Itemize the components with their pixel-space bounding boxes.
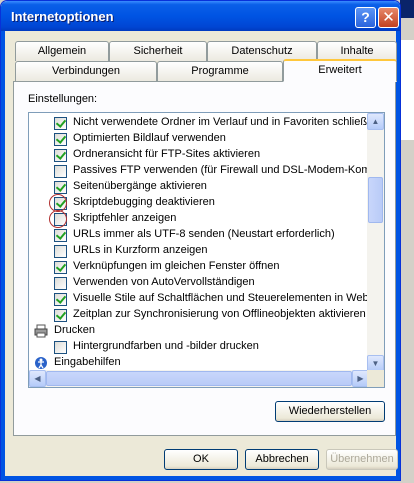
horizontal-scroll-thumb[interactable] [46,371,352,386]
tab-inhalte[interactable]: Inhalte [317,41,397,61]
scroll-left-button[interactable]: ◀ [29,370,46,387]
tab-programme[interactable]: Programme [157,61,283,81]
scroll-corner [367,370,384,387]
printer-icon [34,324,48,338]
option-checkbox[interactable] [54,293,67,306]
window-border-bottom [1,476,400,480]
settings-option[interactable]: Verwenden von AutoVervollständigen [29,275,369,291]
settings-label: Einstellungen: [28,93,98,105]
dialog-window: Internetoptionen ? ✕ Allgemein Sicherhei… [0,0,401,481]
annotation-circle [49,210,67,228]
scroll-up-button[interactable]: ▲ [367,113,384,130]
settings-group-header: Eingabehilfen [29,355,369,371]
ok-button[interactable]: OK [164,449,238,470]
option-checkbox[interactable] [54,117,67,130]
background-desktop [400,0,414,483]
option-label: Optimierten Bildlauf verwenden [73,132,226,144]
tab-datenschutz[interactable]: Datenschutz [207,41,317,61]
option-checkbox[interactable] [54,133,67,146]
horizontal-scrollbar[interactable]: ◀ ▶ [29,370,369,387]
settings-listbox[interactable]: Nicht verwendete Ordner im Verlauf und i… [28,112,385,388]
apply-button[interactable]: Übernehmen [326,449,398,470]
option-label: Nicht verwendete Ordner im Verlauf und i… [73,116,369,128]
option-label: Visuelle Stile auf Schaltflächen und Ste… [73,292,369,304]
settings-option[interactable]: Seitenübergänge aktivieren [29,179,369,195]
option-label: Skriptdebugging deaktivieren [73,196,215,208]
option-label: Verwenden von AutoVervollständigen [73,276,255,288]
tab-sicherheit[interactable]: Sicherheit [109,41,207,61]
accessibility-icon [34,356,48,370]
option-checkbox[interactable] [54,341,67,354]
option-checkbox[interactable] [54,229,67,242]
tab-erweitert[interactable]: Erweitert [283,59,397,82]
restore-button[interactable]: Wiederherstellen [275,401,385,422]
group-label: Drucken [54,324,95,336]
option-label: Zeitplan zur Synchronisierung von Offlin… [73,308,366,320]
cancel-button[interactable]: Abbrechen [245,449,319,470]
option-label: URLs in Kurzform anzeigen [73,244,208,256]
option-checkbox[interactable] [54,181,67,194]
option-checkbox[interactable] [54,277,67,290]
tab-verbindungen[interactable]: Verbindungen [15,61,157,81]
title-bar[interactable]: Internetoptionen ? ✕ [1,1,400,31]
settings-option[interactable]: Nicht verwendete Ordner im Verlauf und i… [29,115,369,131]
option-label: URLs immer als UTF-8 senden (Neustart er… [73,228,335,240]
vertical-scrollbar[interactable]: ▲ ▼ [367,113,384,372]
window-border-left [1,31,5,480]
settings-option[interactable]: Skriptdebugging deaktivieren [29,195,369,211]
settings-option[interactable]: Passives FTP verwenden (für Firewall und… [29,163,369,179]
option-checkbox[interactable] [54,149,67,162]
settings-option[interactable]: URLs immer als UTF-8 senden (Neustart er… [29,227,369,243]
scroll-thumb[interactable] [368,177,383,223]
option-checkbox[interactable] [54,309,67,322]
tab-allgemein[interactable]: Allgemein [15,41,109,61]
option-label: Seitenübergänge aktivieren [73,180,207,192]
settings-group-header: Drucken [29,323,369,339]
settings-option[interactable]: Hintergrundfarben und -bilder drucken [29,339,369,355]
settings-option[interactable]: Ordneransicht für FTP-Sites aktivieren [29,147,369,163]
option-label: Verknüpfungen im gleichen Fenster öffnen [73,260,280,272]
close-button[interactable]: ✕ [378,7,399,28]
window-border-right [396,31,400,480]
option-checkbox[interactable] [54,245,67,258]
group-label: Eingabehilfen [54,356,121,368]
option-label: Passives FTP verwenden (für Firewall und… [73,164,369,176]
settings-option[interactable]: Visuelle Stile auf Schaltflächen und Ste… [29,291,369,307]
settings-option[interactable]: Optimierten Bildlauf verwenden [29,131,369,147]
settings-option[interactable]: Verknüpfungen im gleichen Fenster öffnen [29,259,369,275]
settings-option[interactable]: URLs in Kurzform anzeigen [29,243,369,259]
option-label: Skriptfehler anzeigen [73,212,177,224]
settings-option[interactable]: Skriptfehler anzeigen [29,211,369,227]
option-label: Ordneransicht für FTP-Sites aktivieren [73,148,261,160]
help-button[interactable]: ? [355,7,376,28]
option-checkbox[interactable] [54,261,67,274]
option-checkbox[interactable] [54,165,67,178]
option-label: Hintergrundfarben und -bilder drucken [73,340,259,352]
window-title: Internetoptionen [11,9,114,24]
settings-option[interactable]: Zeitplan zur Synchronisierung von Offlin… [29,307,369,323]
